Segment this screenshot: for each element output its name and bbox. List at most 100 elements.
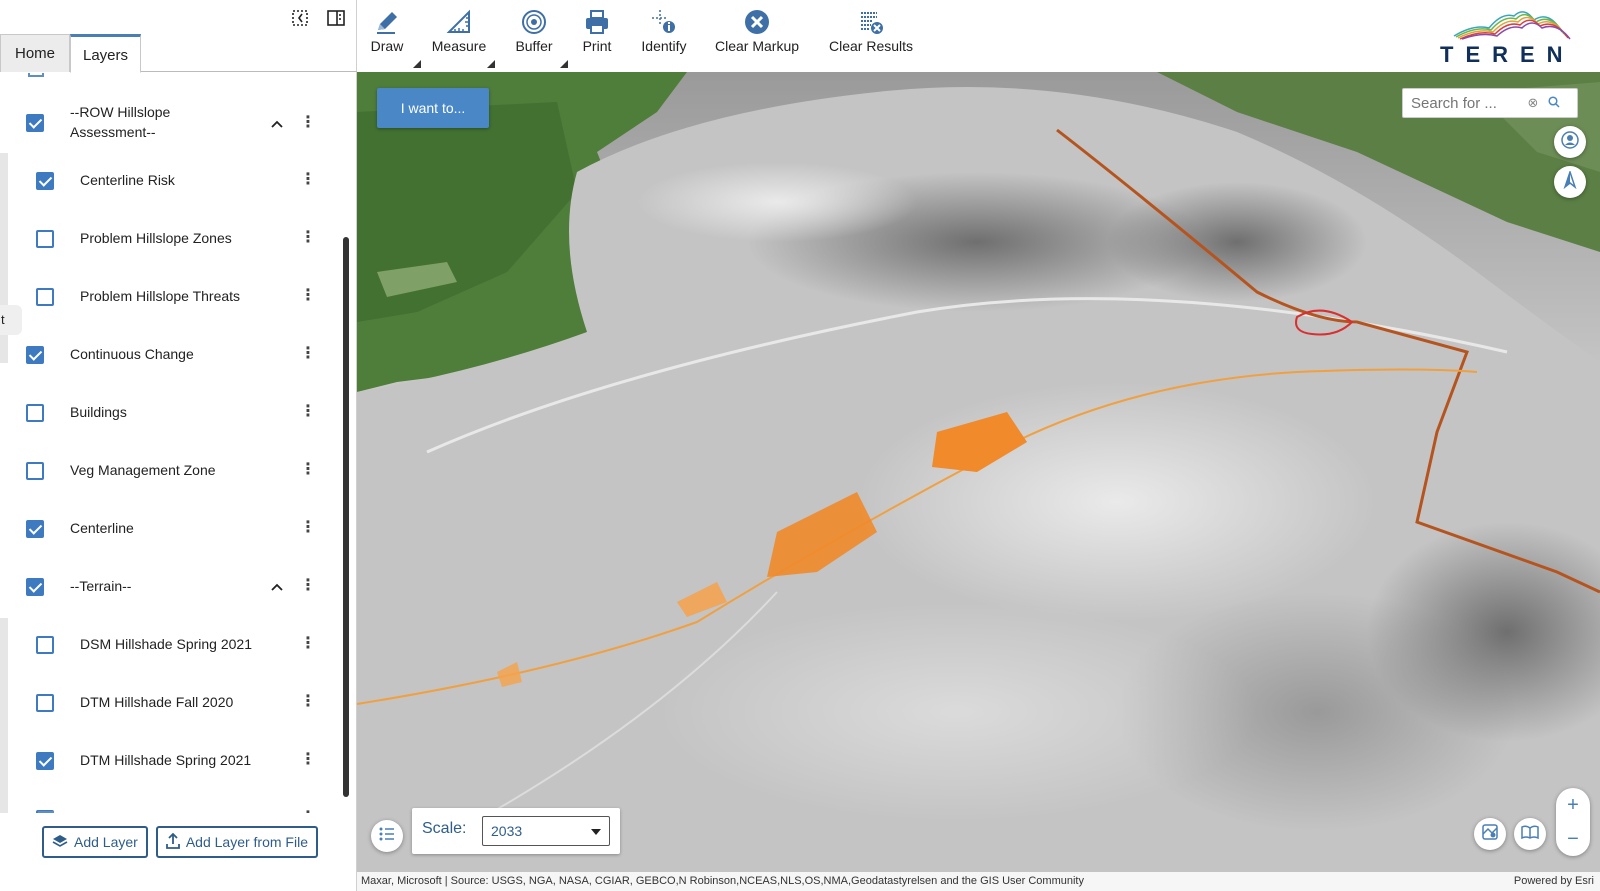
attribution-bar: Maxar, Microsoft | Source: USGS, NGA, NA… [357,872,1600,891]
zoom-out-button[interactable]: − [1556,822,1590,856]
layer-label: Veg Management Zone [70,462,216,478]
layer-row[interactable]: Continuous Change ⋮ [0,326,340,384]
split-panel-icon[interactable] [326,8,346,28]
layer-row[interactable]: DSM Hillshade Spring 2021 ⋮ [0,616,340,674]
chevron-up-icon[interactable] [270,578,284,592]
layer-row[interactable]: Centerline Risk ⋮ [0,152,340,210]
chevron-up-icon[interactable] [270,115,284,129]
logo-wordmark: TEREN [1440,42,1575,67]
layer-options-kebab-icon[interactable]: ⋮ [300,113,316,133]
layers-add-icon [52,834,68,851]
layer-group-row[interactable]: --Terrain-- ⋮ [0,558,340,616]
layer-visibility-checkbox[interactable] [26,520,44,538]
search-icon[interactable] [1543,95,1565,111]
clear-results-icon [829,8,913,36]
layer-visibility-checkbox[interactable] [26,114,44,132]
search-input[interactable] [1403,90,1523,116]
layer-label: --ROW Hillslope Assessment-- [70,102,170,142]
layer-options-kebab-icon[interactable]: ⋮ [300,634,316,654]
partial-checkbox-bottom [38,811,54,813]
terrain-scene[interactable] [357,72,1600,891]
add-layer-button[interactable]: Add Layer [42,826,148,858]
layers-panel: Home Layers --ROW Hillslope Assessment-- ⋮… [0,0,357,891]
bookmarks-button[interactable] [1514,818,1546,850]
layer-visibility-checkbox[interactable] [36,752,54,770]
legend-button[interactable] [371,820,403,852]
legend-list-icon [379,827,395,845]
layer-options-kebab-icon[interactable]: ⋮ [300,402,316,422]
compass-button[interactable] [1554,166,1586,198]
tool-clear-results[interactable]: Clear Results [829,8,913,54]
tab-layers[interactable]: Layers [70,34,141,73]
layer-row[interactable]: DTM Hillshade Fall 2021 ⋮ [0,790,340,813]
tool-identify-label: Identify [641,38,687,54]
tool-clear-results-label: Clear Results [829,38,914,54]
layer-row[interactable]: Problem Hillslope Zones ⋮ [0,210,340,268]
partial-checkbox-top [28,73,44,77]
layer-options-kebab-icon[interactable]: ⋮ [300,286,316,306]
i-want-to-button[interactable]: I want to... [377,88,489,128]
tab-home[interactable]: Home [0,34,70,72]
collapse-panel-icon[interactable] [290,8,310,28]
draw-menu-caret[interactable] [413,60,421,68]
clear-search-icon[interactable]: ⊗ [1523,95,1543,111]
locate-button[interactable] [1554,126,1586,158]
layer-visibility-checkbox[interactable] [26,578,44,596]
buffer-menu-caret[interactable] [560,60,568,68]
layer-label: Problem Hillslope Zones [80,230,232,246]
tool-identify[interactable]: Identify [639,8,689,54]
layer-visibility-checkbox[interactable] [36,288,54,306]
layer-group-row[interactable]: --ROW Hillslope Assessment-- ⋮ [0,89,340,147]
layer-visibility-checkbox[interactable] [36,172,54,190]
layer-row[interactable]: Problem Hillslope Threats ⋮ [0,268,340,326]
layer-options-kebab-icon[interactable]: ⋮ [300,344,316,364]
layer-visibility-checkbox[interactable] [36,636,54,654]
layer-visibility-checkbox[interactable] [36,230,54,248]
tool-measure[interactable]: Measure [431,8,495,68]
layer-row[interactable]: DTM Hillshade Spring 2021 ⋮ [0,732,340,790]
scale-select[interactable]: 2033 [482,816,610,846]
layer-label: DTM Hillshade Fall 2020 [80,694,234,710]
powered-by-esri-link[interactable]: Powered by Esri [1514,872,1594,891]
layer-visibility-checkbox[interactable] [26,462,44,480]
side-drawer-tab[interactable]: t [0,305,22,335]
layer-row[interactable]: Buildings ⋮ [0,384,340,442]
tool-print[interactable]: Print [581,8,613,54]
layer-row[interactable]: Veg Management Zone ⋮ [0,442,340,500]
teren-logo: TEREN [1434,6,1584,68]
layer-list[interactable]: --ROW Hillslope Assessment-- ⋮ Centerline R… [0,73,357,813]
layer-options-kebab-icon[interactable]: ⋮ [300,228,316,248]
layer-options-kebab-icon[interactable]: ⋮ [300,808,316,813]
tool-clear-markup-label: Clear Markup [715,38,800,54]
layer-options-kebab-icon[interactable]: ⋮ [300,692,316,712]
clear-x-icon [715,8,799,36]
layer-options-kebab-icon[interactable]: ⋮ [300,170,316,190]
basemap-button[interactable] [1474,818,1506,850]
layer-label: DTM Hillshade Fall 2021 [80,808,233,813]
layer-label: Centerline Risk [80,172,175,188]
scale-label: Scale: [422,820,467,837]
tool-draw[interactable]: Draw [369,8,421,68]
layer-visibility-checkbox[interactable] [26,404,44,422]
tool-clear-markup[interactable]: Clear Markup [715,8,799,54]
tool-buffer-label: Buffer [515,38,553,54]
layer-row[interactable]: DTM Hillshade Fall 2020 ⋮ [0,674,340,732]
layer-label: DTM Hillshade Spring 2021 [80,752,252,768]
add-layer-from-file-label: Add Layer from File [185,834,308,850]
measure-menu-caret[interactable] [487,60,495,68]
layer-visibility-checkbox[interactable] [36,694,54,712]
book-icon [1521,825,1539,843]
layer-list-scrollbar[interactable] [343,237,349,797]
add-layer-from-file-button[interactable]: Add Layer from File [155,826,318,858]
tool-buffer[interactable]: Buffer [514,8,568,68]
layer-visibility-checkbox[interactable] [26,346,44,364]
layer-options-kebab-icon[interactable]: ⋮ [300,460,316,480]
zoom-in-button[interactable]: + [1556,788,1590,822]
layer-row[interactable]: Centerline ⋮ [0,500,340,558]
tool-draw-label: Draw [370,38,404,54]
layer-options-kebab-icon[interactable]: ⋮ [300,518,316,538]
layer-options-kebab-icon[interactable]: ⋮ [300,750,316,770]
basemap-icon [1482,824,1498,844]
layer-options-kebab-icon[interactable]: ⋮ [300,576,316,596]
map-view[interactable]: I want to... ⊗ Scale: 203 [357,72,1600,891]
